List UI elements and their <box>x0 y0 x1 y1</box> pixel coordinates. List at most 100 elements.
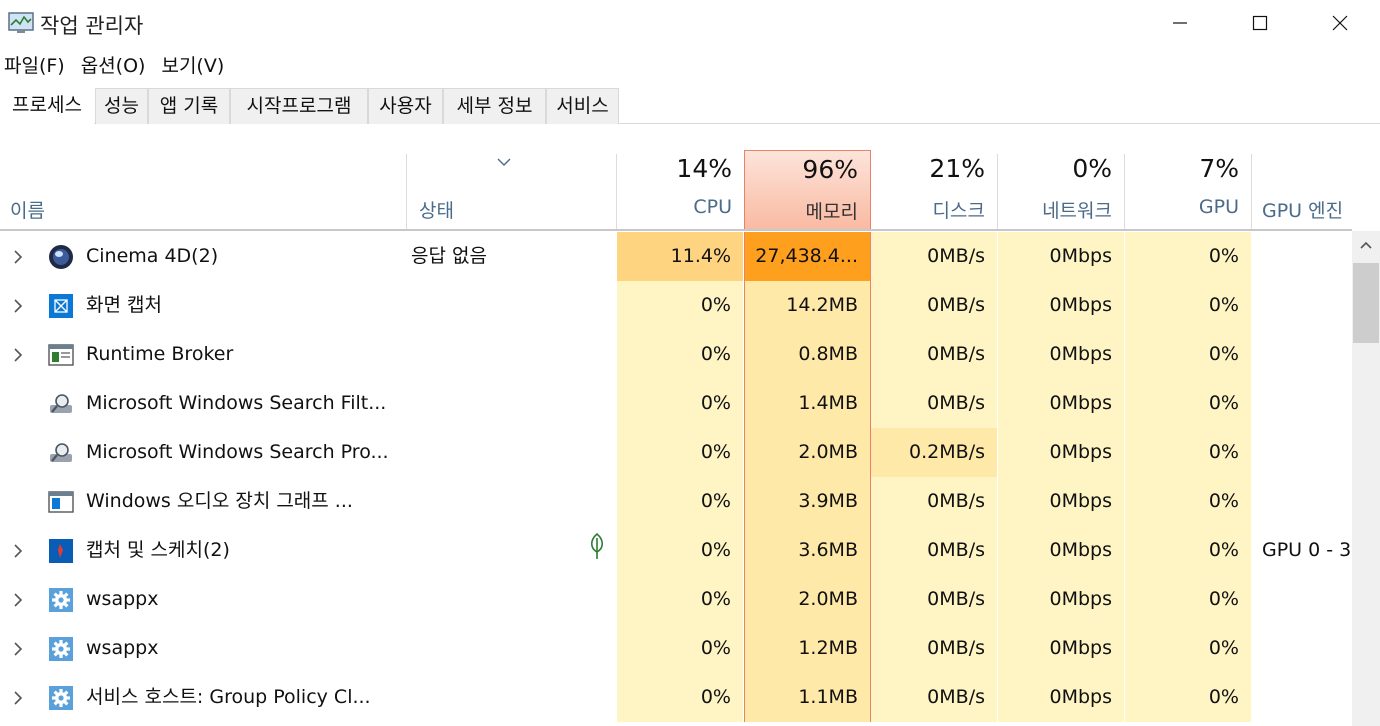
process-row[interactable]: wsappx 0% 1.2MB 0MB/s 0Mbps 0% <box>0 624 1352 673</box>
minimize-icon <box>1173 22 1187 24</box>
tab-services[interactable]: 서비스 <box>546 88 619 124</box>
chevron-right-icon[interactable] <box>10 543 26 559</box>
process-row[interactable]: Runtime Broker 0% 0.8MB 0MB/s 0Mbps 0% <box>0 330 1352 379</box>
process-name: wsappx <box>86 588 159 610</box>
network-value: 0Mbps <box>998 428 1125 477</box>
tab-performance[interactable]: 성능 <box>95 88 148 124</box>
disk-value: 0MB/s <box>871 526 998 575</box>
memory-value: 2.0MB <box>744 428 871 477</box>
close-icon <box>1332 15 1348 31</box>
process-row[interactable]: Microsoft Windows Search Filt... 0% 1.4MB 0… <box>0 379 1352 428</box>
process-row[interactable]: Cinema 4D(2) 응답 없음 11.4% 27,438.4... 0MB/s 0M… <box>0 232 1352 281</box>
disk-column-label: 디스크 <box>932 200 985 222</box>
memory-value: 2.0MB <box>744 575 871 624</box>
network-value: 0Mbps <box>998 575 1125 624</box>
gear-icon <box>48 636 74 662</box>
column-header-cpu[interactable]: 14% CPU <box>617 150 744 231</box>
cpu-value: 0% <box>617 624 744 673</box>
tab-processes[interactable]: 프로세스 <box>0 88 94 125</box>
column-header-name[interactable]: 이름 <box>0 150 406 231</box>
cpu-value: 0% <box>617 673 744 722</box>
network-value: 0Mbps <box>998 673 1125 722</box>
header-divider <box>0 229 1352 231</box>
column-divider[interactable] <box>997 154 998 230</box>
network-value: 0Mbps <box>998 232 1125 281</box>
column-header-disk[interactable]: 21% 디스크 <box>871 150 997 231</box>
tab-bar: 프로세스 성능 앱 기록 시작프로그램 사용자 세부 정보 서비스 <box>0 88 1380 125</box>
gpu-value: 0% <box>1125 379 1252 428</box>
tab-details[interactable]: 세부 정보 <box>443 88 546 124</box>
process-row[interactable]: 서비스 호스트: Group Policy Cl... 0% 1.1MB 0MB/s 0… <box>0 673 1352 722</box>
cpu-column-label: CPU <box>693 196 732 218</box>
chevron-right-icon[interactable] <box>10 347 26 363</box>
process-row[interactable]: 화면 캡처 0% 14.2MB 0MB/s 0Mbps 0% <box>0 281 1352 330</box>
disk-value: 0MB/s <box>871 281 998 330</box>
column-status-label: 상태 <box>419 200 454 222</box>
disk-value: 0MB/s <box>871 232 998 281</box>
memory-value: 14.2MB <box>744 281 871 330</box>
scroll-up-button[interactable] <box>1352 231 1380 259</box>
tab-users[interactable]: 사용자 <box>368 88 443 124</box>
gpu-column-label: GPU <box>1198 196 1239 218</box>
cpu-value: 11.4% <box>617 232 744 281</box>
memory-column-label: 메모리 <box>805 201 858 223</box>
memory-value: 0.8MB <box>744 330 871 379</box>
process-row[interactable]: Microsoft Windows Search Pro... 0% 2.0MB 0.… <box>0 428 1352 477</box>
process-row[interactable]: Windows 오디오 장치 그래프 ... 0% 3.9MB 0MB/s 0Mbps 0… <box>0 477 1352 526</box>
process-name: wsappx <box>86 637 159 659</box>
memory-total-percent: 96% <box>802 155 858 184</box>
minimize-button[interactable] <box>1140 0 1220 46</box>
close-button[interactable] <box>1300 0 1380 46</box>
maximize-button[interactable] <box>1220 0 1300 46</box>
column-divider[interactable] <box>406 154 407 230</box>
menu-options[interactable]: 옵션(O) <box>77 50 152 82</box>
cpu-value: 0% <box>617 330 744 379</box>
process-row[interactable]: wsappx 0% 2.0MB 0MB/s 0Mbps 0% <box>0 575 1352 624</box>
chevron-right-icon[interactable] <box>10 298 26 314</box>
gpu-value: 0% <box>1125 673 1252 722</box>
chevron-right-icon[interactable] <box>10 592 26 608</box>
disk-value: 0MB/s <box>871 673 998 722</box>
network-value: 0Mbps <box>998 281 1125 330</box>
column-divider[interactable] <box>1251 154 1252 230</box>
process-name: Cinema 4D(2) <box>86 245 219 267</box>
column-header-gpu-engine[interactable]: GPU 엔진 <box>1252 150 1352 231</box>
scroll-thumb[interactable] <box>1353 263 1379 343</box>
memory-value: 27,438.4... <box>744 232 871 281</box>
gpu-value: 0% <box>1125 575 1252 624</box>
gpu-value: 0% <box>1125 624 1252 673</box>
gpu-engine-column-label: GPU 엔진 <box>1262 200 1344 222</box>
cinema4d-icon <box>48 244 74 270</box>
process-name: 캡처 및 스케치(2) <box>86 539 230 561</box>
disk-value: 0MB/s <box>871 624 998 673</box>
chevron-right-icon[interactable] <box>10 249 26 265</box>
cpu-value: 0% <box>617 428 744 477</box>
memory-value: 3.9MB <box>744 477 871 526</box>
process-row[interactable]: 캡처 및 스케치(2) 0% 3.6MB 0MB/s 0Mbps 0% GPU 0 - 3 <box>0 526 1352 575</box>
memory-value: 1.4MB <box>744 379 871 428</box>
disk-value: 0MB/s <box>871 379 998 428</box>
process-name: 서비스 호스트: Group Policy Cl... <box>86 686 371 708</box>
column-header-gpu[interactable]: 7% GPU <box>1125 150 1251 231</box>
column-header-status[interactable]: 상태 <box>407 150 616 231</box>
search-protocol-icon <box>48 440 74 466</box>
chevron-right-icon[interactable] <box>10 641 26 657</box>
network-column-label: 네트워크 <box>1042 200 1112 222</box>
menu-view[interactable]: 보기(V) <box>157 50 230 82</box>
column-divider[interactable] <box>616 154 617 230</box>
chevron-right-icon[interactable] <box>10 690 26 706</box>
network-value: 0Mbps <box>998 330 1125 379</box>
column-divider[interactable] <box>1124 154 1125 230</box>
vertical-scrollbar[interactable] <box>1352 231 1380 726</box>
disk-value: 0MB/s <box>871 477 998 526</box>
chevron-up-icon <box>1360 241 1372 249</box>
column-header-memory[interactable]: 96% 메모리 <box>744 150 871 231</box>
menu-file[interactable]: 파일(F) <box>0 50 71 82</box>
tab-app-history[interactable]: 앱 기록 <box>148 88 230 124</box>
disk-total-percent: 21% <box>929 154 985 183</box>
tab-startup[interactable]: 시작프로그램 <box>230 88 368 124</box>
process-name: Microsoft Windows Search Filt... <box>86 392 387 414</box>
column-header-network[interactable]: 0% 네트워크 <box>998 150 1124 231</box>
cpu-value: 0% <box>617 526 744 575</box>
gpu-value: 0% <box>1125 330 1252 379</box>
